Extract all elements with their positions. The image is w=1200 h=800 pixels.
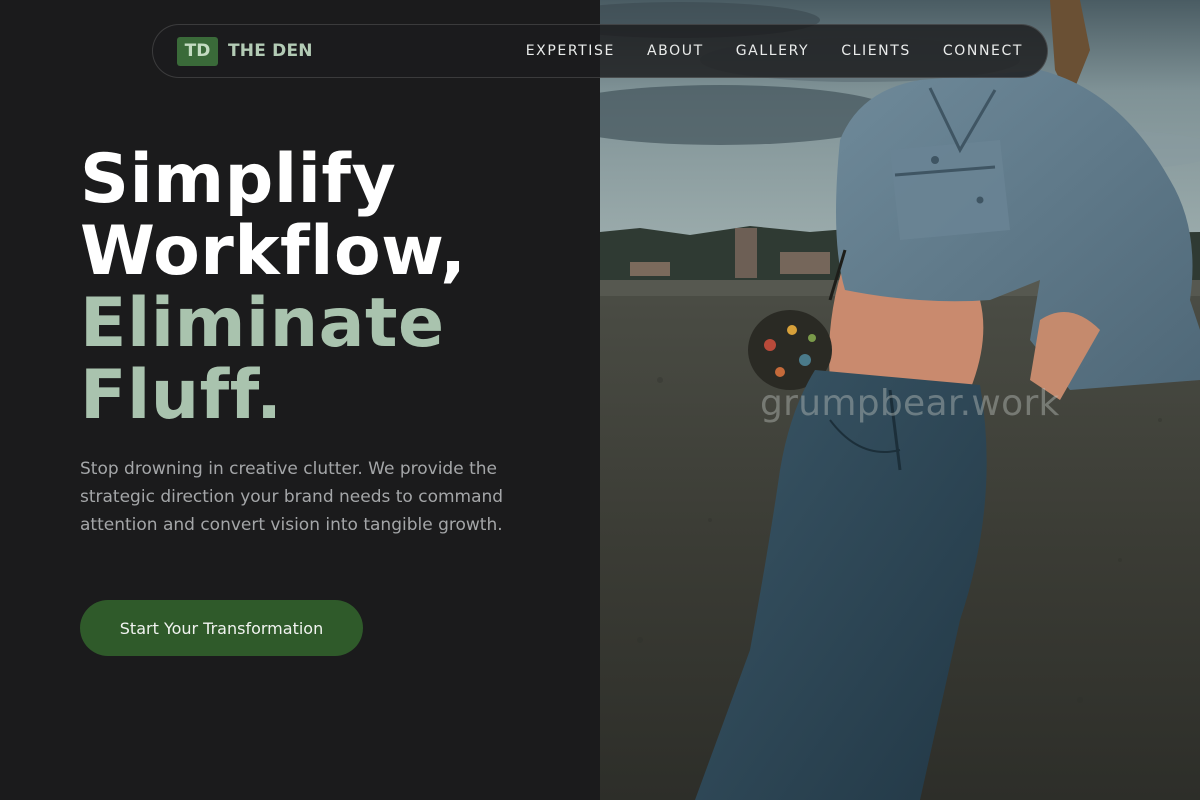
nav-link-clients[interactable]: CLIENTS <box>841 43 911 59</box>
hero-subcopy: Stop drowning in creative clutter. We pr… <box>80 459 504 535</box>
brand-name: THE DEN <box>228 41 313 61</box>
brand-logo[interactable]: TD THE DEN <box>177 36 313 66</box>
headline-line-2: Workflow, <box>80 212 467 291</box>
nav-link-connect[interactable]: CONNECT <box>943 43 1023 59</box>
nav-link-expertise[interactable]: EXPERTISE <box>526 43 615 59</box>
brand-mark: TD <box>177 36 218 66</box>
start-transformation-button[interactable]: Start Your Transformation <box>80 600 363 656</box>
headline-line-3: Eliminate <box>80 284 445 363</box>
nav-link-gallery[interactable]: GALLERY <box>736 43 809 59</box>
headline-line-1: Simplify <box>80 140 397 219</box>
hero-headline: Simplify Workflow, Eliminate Fluff. <box>80 144 580 432</box>
top-navigation: TD THE DEN EXPERTISE ABOUT GALLERY CLIEN… <box>152 24 1048 78</box>
nav-links: EXPERTISE ABOUT GALLERY CLIENTS CONNECT <box>526 43 1023 59</box>
headline-line-4: Fluff. <box>80 356 283 435</box>
watermark-text: grumpbear.work <box>760 383 1060 424</box>
nav-link-about[interactable]: ABOUT <box>647 43 704 59</box>
